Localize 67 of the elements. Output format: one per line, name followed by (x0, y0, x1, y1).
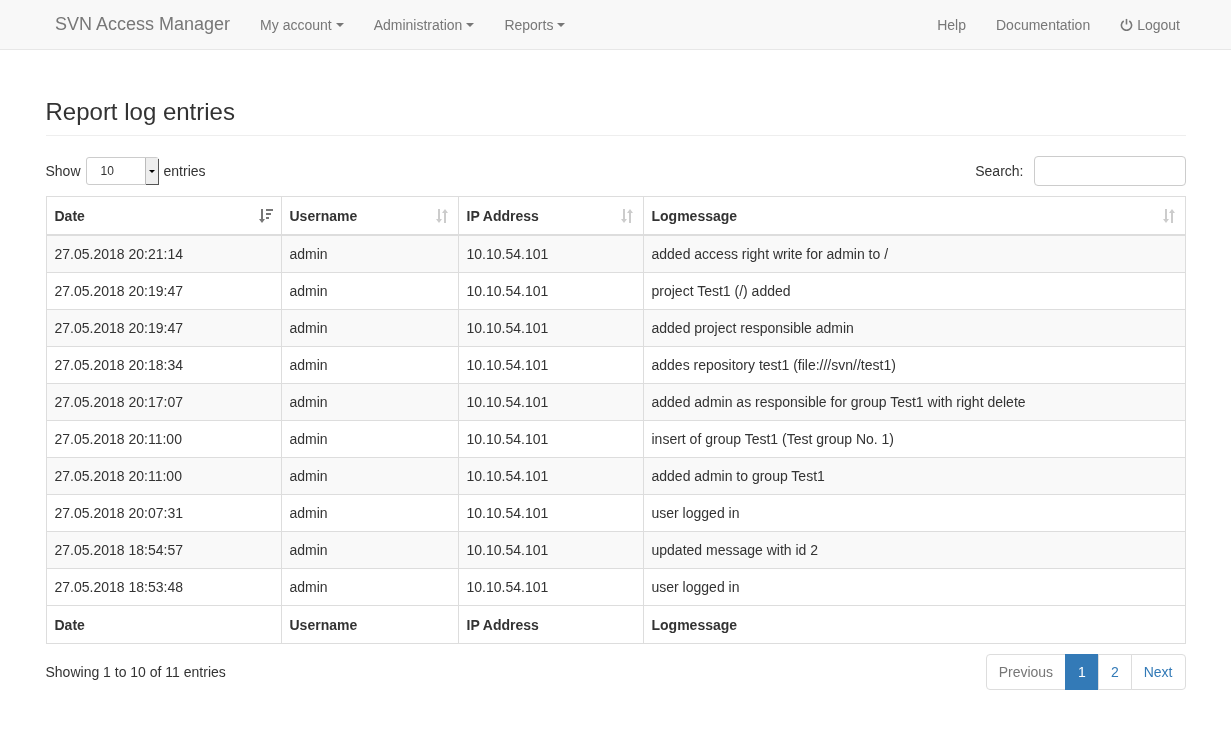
table-cell: 27.05.2018 18:54:57 (46, 531, 281, 569)
entries-label: entries (163, 163, 206, 179)
sort-icon[interactable] (1162, 208, 1177, 223)
table-cell: admin (281, 457, 458, 495)
nav-link[interactable]: Logout (1105, 1, 1195, 48)
page-title: Report log entries (45, 98, 1186, 136)
table-cell: user logged in (643, 494, 1185, 532)
entries-select[interactable]: 10 (85, 157, 159, 185)
table-cell: 10.10.54.101 (458, 272, 643, 310)
pagination-button[interactable]: 1 (1065, 654, 1099, 690)
nav-link[interactable]: Documentation (981, 1, 1106, 48)
menu-dropdown[interactable]: My account (245, 1, 359, 48)
brand-link[interactable]: SVN Access Manager (55, 14, 231, 35)
table-cell: 10.10.54.101 (458, 346, 643, 384)
menu-dropdown[interactable]: Reports (489, 1, 581, 48)
table-cell: admin (281, 531, 458, 569)
table-cell: admin (281, 272, 458, 310)
table-cell: 27.05.2018 20:17:07 (46, 383, 281, 421)
column-footer: Logmessage (643, 605, 1185, 644)
search-label: Search: (975, 163, 1024, 179)
table-cell: user logged in (643, 568, 1185, 606)
table-cell: updated message with id 2 (643, 531, 1185, 569)
table-cell: admin (281, 383, 458, 421)
caret-icon (148, 169, 155, 173)
table-cell: admin (281, 235, 458, 273)
show-label: Show (45, 163, 81, 179)
sort-icon[interactable] (620, 208, 635, 223)
sort-descending-icon[interactable] (258, 208, 273, 223)
table-cell: added access right write for admin to / (643, 235, 1185, 273)
pagination-button[interactable]: Next (1130, 654, 1186, 690)
table-cell: 27.05.2018 18:53:48 (46, 568, 281, 606)
table-cell: insert of group Test1 (Test group No. 1) (643, 420, 1185, 458)
column-footer: Date (46, 605, 281, 644)
table-cell: 27.05.2018 20:19:47 (46, 309, 281, 347)
table-cell: admin (281, 494, 458, 532)
column-footer: IP Address (458, 605, 643, 644)
table-cell: 27.05.2018 20:18:34 (46, 346, 281, 384)
table-cell: 10.10.54.101 (458, 235, 643, 273)
table-cell: 10.10.54.101 (458, 420, 643, 458)
table-cell: 10.10.54.101 (458, 457, 643, 495)
search-field[interactable] (1033, 156, 1186, 186)
sort-icon[interactable] (435, 208, 450, 223)
table-cell: admin (281, 420, 458, 458)
table-cell: 10.10.54.101 (458, 309, 643, 347)
table-cell: 27.05.2018 20:21:14 (46, 235, 281, 273)
table-cell: added project responsible admin (643, 309, 1185, 347)
column-footer: Username (281, 605, 458, 644)
table-cell: admin (281, 568, 458, 606)
table-cell: 27.05.2018 20:11:00 (46, 457, 281, 495)
nav-link[interactable]: Help (922, 1, 981, 48)
table-cell: 27.05.2018 20:19:47 (46, 272, 281, 310)
pagination-button[interactable]: 2 (1097, 654, 1132, 690)
menu-dropdown[interactable]: Administration (358, 1, 490, 48)
table-cell: 10.10.54.101 (458, 568, 643, 606)
table-cell: addes repository test1 (file:///svn//test1) (643, 346, 1185, 384)
table-cell: 10.10.54.101 (458, 531, 643, 569)
table-cell: admin (281, 346, 458, 384)
table-cell: added admin to group Test1 (643, 457, 1185, 495)
table-cell: admin (281, 309, 458, 347)
table-cell: added admin as responsible for group Test1 with right delete (643, 383, 1185, 421)
table-cell: project Test1 (/) added (643, 272, 1185, 310)
table-cell: 10.10.54.101 (458, 494, 643, 532)
table-cell: 10.10.54.101 (458, 383, 643, 421)
power-icon (1120, 18, 1134, 31)
entries-info: Showing 1 to 10 of 11 entries (45, 664, 226, 680)
table-cell: 27.05.2018 20:07:31 (46, 494, 281, 532)
table-cell: 27.05.2018 20:11:00 (46, 420, 281, 458)
